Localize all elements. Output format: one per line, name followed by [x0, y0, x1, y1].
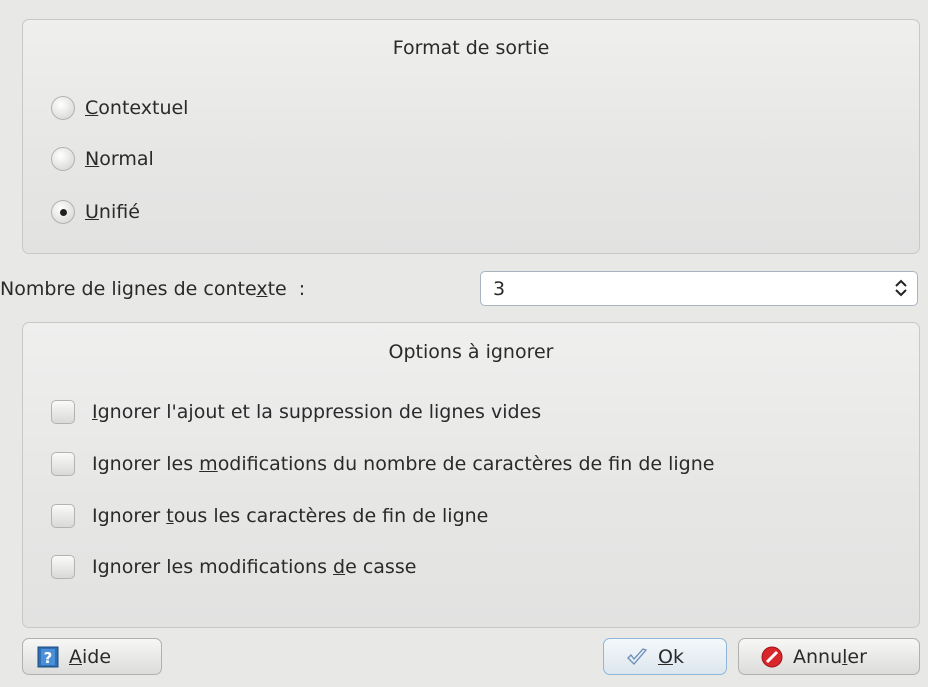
help-button-label: Aide — [69, 645, 112, 668]
help-book-icon: ? — [37, 646, 59, 668]
up-down-arrows-icon[interactable] — [893, 276, 909, 300]
checkbox-indicator[interactable] — [51, 504, 75, 528]
radio-indicator-selected[interactable] — [51, 200, 75, 224]
svg-text:?: ? — [44, 649, 53, 667]
checkbox-indicator[interactable] — [51, 452, 75, 476]
ok-button[interactable]: Ok — [603, 638, 727, 675]
radio-unified-label: Unifié — [85, 201, 140, 223]
radio-contextual-label: Contextuel — [85, 97, 189, 119]
checkbox-ignore-all-eol-label: Ignorer tous les caractères de fin de li… — [92, 505, 489, 527]
cancel-icon — [761, 646, 783, 668]
checkbox-ignore-eol-count[interactable]: Ignorer les modifications du nombre de c… — [51, 452, 714, 476]
checkbox-ignore-eol-count-label: Ignorer les modifications du nombre de c… — [92, 453, 715, 475]
output-format-group: Format de sortie Contextuel Normal Unifi… — [22, 19, 920, 254]
checkbox-ignore-blank-lines[interactable]: Ignorer l'ajout et la suppression de lig… — [51, 400, 541, 424]
context-lines-value[interactable]: 3 — [493, 278, 505, 300]
checkbox-indicator[interactable] — [51, 555, 75, 579]
cancel-button-label: Annuler — [793, 645, 867, 668]
radio-normal[interactable]: Normal — [51, 147, 154, 171]
radio-indicator[interactable] — [51, 147, 75, 171]
checkmark-icon — [626, 647, 648, 667]
ok-button-label: Ok — [658, 645, 684, 668]
radio-indicator[interactable] — [51, 96, 75, 120]
output-format-title: Format de sortie — [392, 37, 550, 59]
ignore-options-group: Options à ignorer Ignorer l'ajout et la … — [22, 322, 920, 628]
cancel-button[interactable]: Annuler — [738, 638, 920, 675]
checkbox-ignore-all-eol[interactable]: Ignorer tous les caractères de fin de li… — [51, 504, 488, 528]
radio-normal-label: Normal — [85, 148, 154, 170]
radio-contextual[interactable]: Contextuel — [51, 96, 188, 120]
help-button[interactable]: ? Aide — [22, 638, 162, 675]
context-lines-spinbox[interactable]: 3 — [480, 271, 918, 306]
checkbox-ignore-case-label: Ignorer les modifications de casse — [92, 556, 417, 578]
checkbox-ignore-case[interactable]: Ignorer les modifications de casse — [51, 555, 416, 579]
checkbox-indicator[interactable] — [51, 400, 75, 424]
context-lines-label: Nombre de lignes de contexte : — [0, 278, 306, 300]
radio-unified[interactable]: Unifié — [51, 200, 140, 224]
checkbox-ignore-blank-lines-label: Ignorer l'ajout et la suppression de lig… — [92, 401, 542, 423]
ignore-options-title: Options à ignorer — [388, 341, 554, 363]
